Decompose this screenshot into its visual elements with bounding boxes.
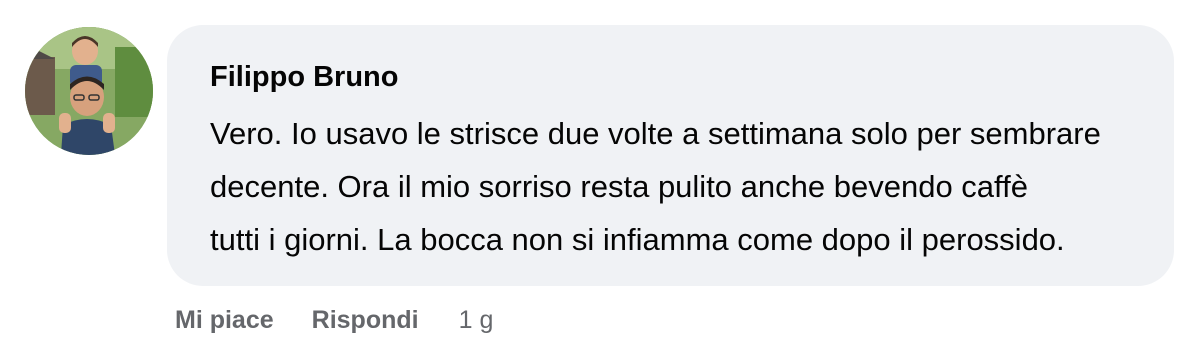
comment-text: Vero. Io usavo le strisce due volte a se… <box>210 107 1160 266</box>
comment-timestamp[interactable]: 1 g <box>459 306 494 335</box>
author-avatar[interactable] <box>25 27 153 155</box>
reply-button[interactable]: Rispondi <box>312 306 419 335</box>
comment-actions: Mi piace Rispondi 1 g <box>175 303 493 337</box>
comment-author[interactable]: Filippo Bruno <box>210 61 398 94</box>
comment-text-line: decente. Ora il mio sorriso resta pulito… <box>210 169 1028 204</box>
comment-bubble: Filippo Bruno Vero. Io usavo le strisce … <box>167 25 1174 286</box>
like-button[interactable]: Mi piace <box>175 306 274 335</box>
comment-text-line: tutti i giorni. La bocca non si infiamma… <box>210 222 1065 257</box>
profile-photo-avatar-icon <box>25 27 153 155</box>
comment: Filippo Bruno Vero. Io usavo le strisce … <box>0 0 1200 359</box>
comment-text-line: Vero. Io usavo le strisce due volte a se… <box>210 116 1101 151</box>
